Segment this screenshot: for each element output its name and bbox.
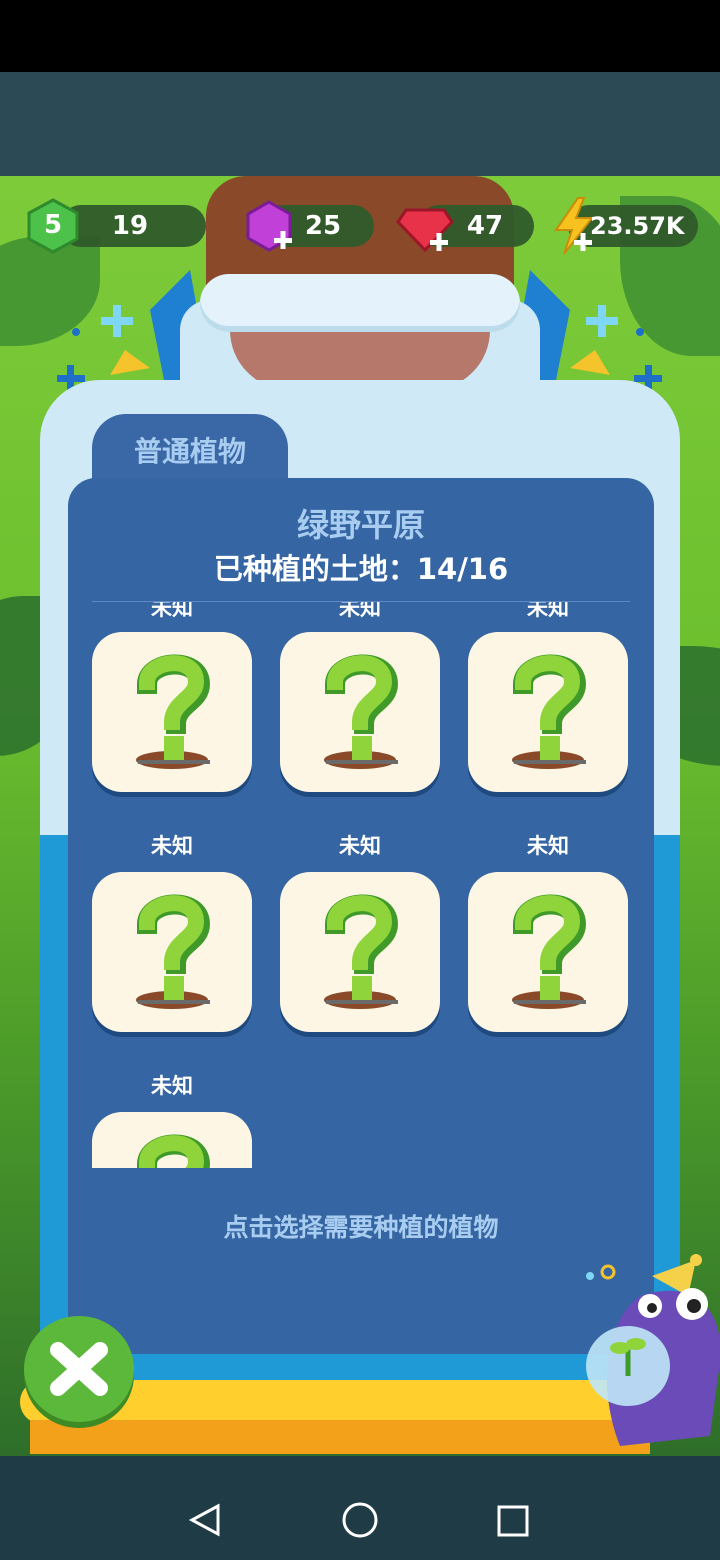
question-sprout-icon — [324, 654, 399, 769]
mascot-character — [586, 1254, 720, 1446]
selection-hint: 点击选择需要种植的植物 — [223, 1213, 499, 1242]
cell-label: 未知 — [151, 1074, 193, 1098]
question-sprout-icon — [512, 654, 587, 769]
question-sprout-icon — [136, 894, 211, 1009]
cell-label: 未知 — [527, 834, 569, 858]
red-gem-plus-icon[interactable] — [396, 200, 454, 254]
area-title: 绿野平原 — [296, 506, 425, 544]
cell-label: 未知 — [339, 834, 381, 858]
energy-amount: 23.57K — [590, 212, 685, 240]
jar-base-band — [30, 1420, 650, 1454]
unknown-plant-card[interactable] — [468, 872, 628, 1032]
cell-label: 未知 — [151, 834, 193, 858]
close-button[interactable] — [24, 1316, 134, 1422]
purple-gem-plus-icon[interactable] — [242, 198, 296, 254]
game-screen: 5 19 25 47 23.57K 普通植物 绿野平原 已种植的土地：14/16… — [0, 0, 720, 1560]
unknown-plant-card[interactable] — [92, 872, 252, 1032]
planted-land-count: 已种植的土地：14/16 — [213, 552, 509, 586]
unknown-plant-card[interactable] — [280, 632, 440, 792]
unknown-plant-card[interactable] — [280, 872, 440, 1032]
unknown-plant-card[interactable] — [468, 632, 628, 792]
question-sprout-icon — [136, 1134, 211, 1168]
question-sprout-icon — [512, 894, 587, 1009]
red-gem-count: 47 — [466, 211, 504, 241]
question-sprout-icon — [324, 894, 399, 1009]
jar-lip — [200, 274, 520, 332]
level-number: 5 — [43, 210, 63, 240]
status-bar — [0, 0, 720, 72]
category-tab-label: 普通植物 — [133, 435, 246, 468]
cell-label: 未知 — [339, 602, 381, 620]
back-triangle-icon[interactable] — [186, 1502, 226, 1542]
home-circle-icon[interactable] — [340, 1500, 380, 1540]
unknown-plant-card[interactable] — [92, 1112, 252, 1168]
recents-square-icon[interactable] — [494, 1502, 534, 1542]
plant-grid[interactable]: 未知 未知 未知 未知 未知 未知 未知 — [86, 602, 636, 1168]
xp-value: 19 — [111, 211, 149, 241]
cell-label: 未知 — [151, 602, 193, 620]
purple-gem-count: 25 — [304, 211, 342, 241]
close-icon — [50, 1342, 108, 1396]
unknown-plant-card[interactable] — [92, 632, 252, 792]
cell-label: 未知 — [527, 602, 569, 620]
question-sprout-icon — [136, 654, 211, 769]
system-navigation-bar — [0, 1470, 720, 1560]
top-backdrop — [0, 72, 720, 176]
